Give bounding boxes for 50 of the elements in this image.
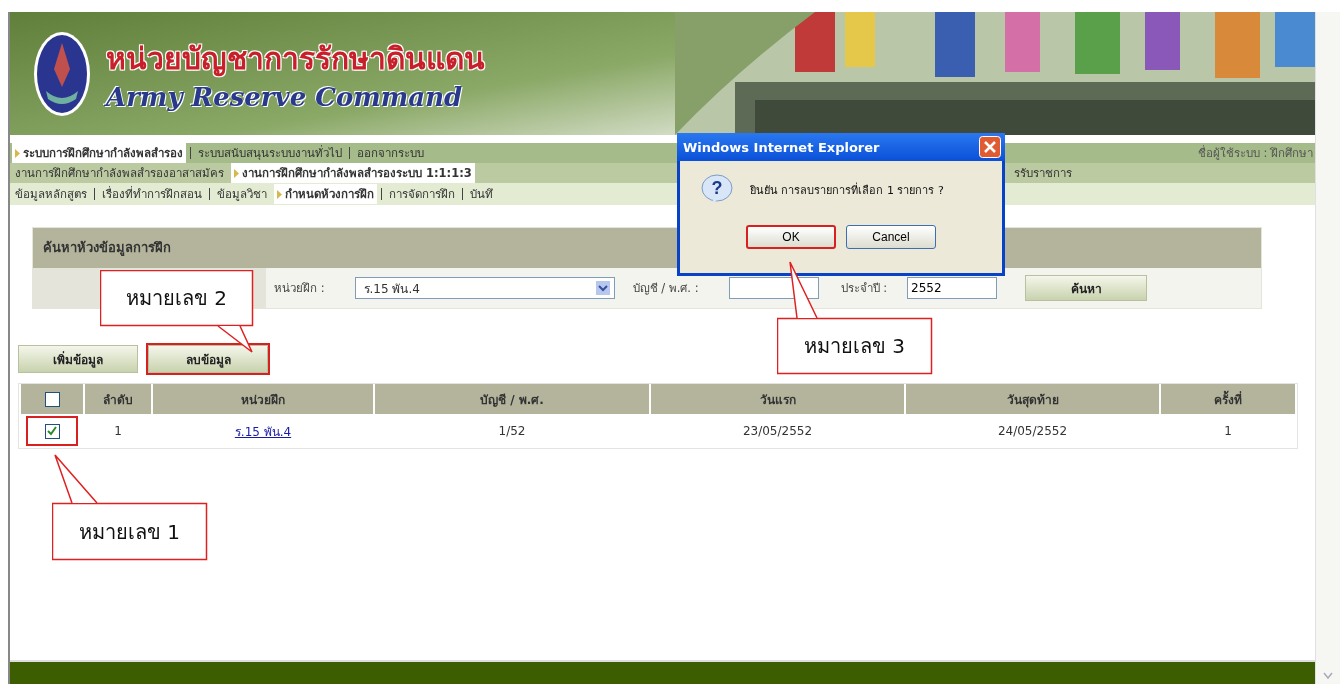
action-button[interactable]: เพิ่มข้อมูล xyxy=(18,345,138,373)
field-label: หน่วยฝึก : xyxy=(274,280,325,297)
menu-item[interactable]: ระบบสนับสนุนระบบงานทั่วไป xyxy=(195,143,345,163)
triangle-icon xyxy=(234,168,239,178)
menu-item[interactable]: เรื่องที่ทำการฝึกสอน xyxy=(99,184,205,204)
site-subtitle: Army Reserve Command xyxy=(106,82,464,112)
table-cell: 24/05/2552 xyxy=(997,424,1068,438)
user-label: ชื่อผู้ใช้ระบบ : ฝึกศึกษา xyxy=(1197,144,1314,162)
column-header: ลำดับ xyxy=(85,384,151,414)
dialog-title: Windows Internet Explorer xyxy=(683,139,880,155)
field-label: บัญชี / พ.ศ. : xyxy=(632,280,699,297)
column-header: ครั้งที่ xyxy=(1161,384,1295,414)
dialog-button[interactable]: OK xyxy=(746,225,836,249)
column-header: หน่วยฝึก xyxy=(153,384,373,414)
menu-item[interactable]: ข้อมูลหลักสูตร xyxy=(12,184,90,204)
column-header: วันแรก xyxy=(651,384,904,414)
callout-label: หมายเลข 2 xyxy=(125,285,228,312)
menu-item[interactable]: งานการฝึกศึกษากำลังพลสำรองอาสาสมัคร xyxy=(12,163,227,183)
menu-item[interactable]: บันทึ xyxy=(467,184,496,204)
dialog-message: ยินยัน การลบรายการที่เลือก 1 รายการ ? xyxy=(750,181,944,199)
menu-item[interactable]: กำหนดห้วงการฝึก xyxy=(274,184,377,204)
unit-link[interactable]: ร.15 พัน.4 xyxy=(234,424,292,439)
column-header: บัญชี / พ.ศ. xyxy=(375,384,649,414)
table-cell: 1 xyxy=(1224,424,1232,438)
menu-item[interactable]: รรับราชการ xyxy=(1010,163,1075,183)
table-cell: 23/05/2552 xyxy=(742,424,813,438)
checkbox[interactable] xyxy=(44,423,60,439)
menu-item[interactable]: การจัดการฝึก xyxy=(386,184,458,204)
triangle-icon xyxy=(277,189,282,199)
menu-item[interactable]: ระบบการฝึกศึกษากำลังพลสำรอง xyxy=(12,143,186,163)
search-button[interactable]: ค้นหา xyxy=(1025,275,1148,301)
action-button[interactable]: ลบข้อมูล xyxy=(148,345,268,373)
unit-dropdown[interactable]: ร.15 พัน.4 xyxy=(354,277,615,299)
field-label: ประจำปี : xyxy=(840,280,888,297)
close-icon[interactable] xyxy=(979,136,1001,158)
menu-item[interactable]: ข้อมูลวิชา xyxy=(214,184,270,204)
callout-label: หมายเลข 1 xyxy=(78,518,181,546)
dialog-button[interactable]: Cancel xyxy=(846,225,936,249)
checkbox[interactable] xyxy=(44,391,60,407)
scrollbar[interactable] xyxy=(1315,12,1340,684)
table-cell: 1/52 xyxy=(498,424,526,438)
menu-item[interactable]: ออกจากระบบ xyxy=(354,143,427,163)
scroll-down-icon[interactable] xyxy=(1322,672,1334,680)
triangle-icon xyxy=(15,148,20,158)
year-input[interactable]: 2552 xyxy=(907,277,998,299)
table-cell: 1 xyxy=(114,424,122,438)
callout-label: หมายเลข 3 xyxy=(803,333,906,360)
site-title: หน่วยบัญชาการรักษาดินแดน xyxy=(106,40,485,79)
menu-item[interactable]: งานการฝึกศึกษากำลังพลสำรองระบบ 1:1:1:3 xyxy=(231,163,475,183)
column-header: วันสุดท้าย xyxy=(906,384,1159,414)
